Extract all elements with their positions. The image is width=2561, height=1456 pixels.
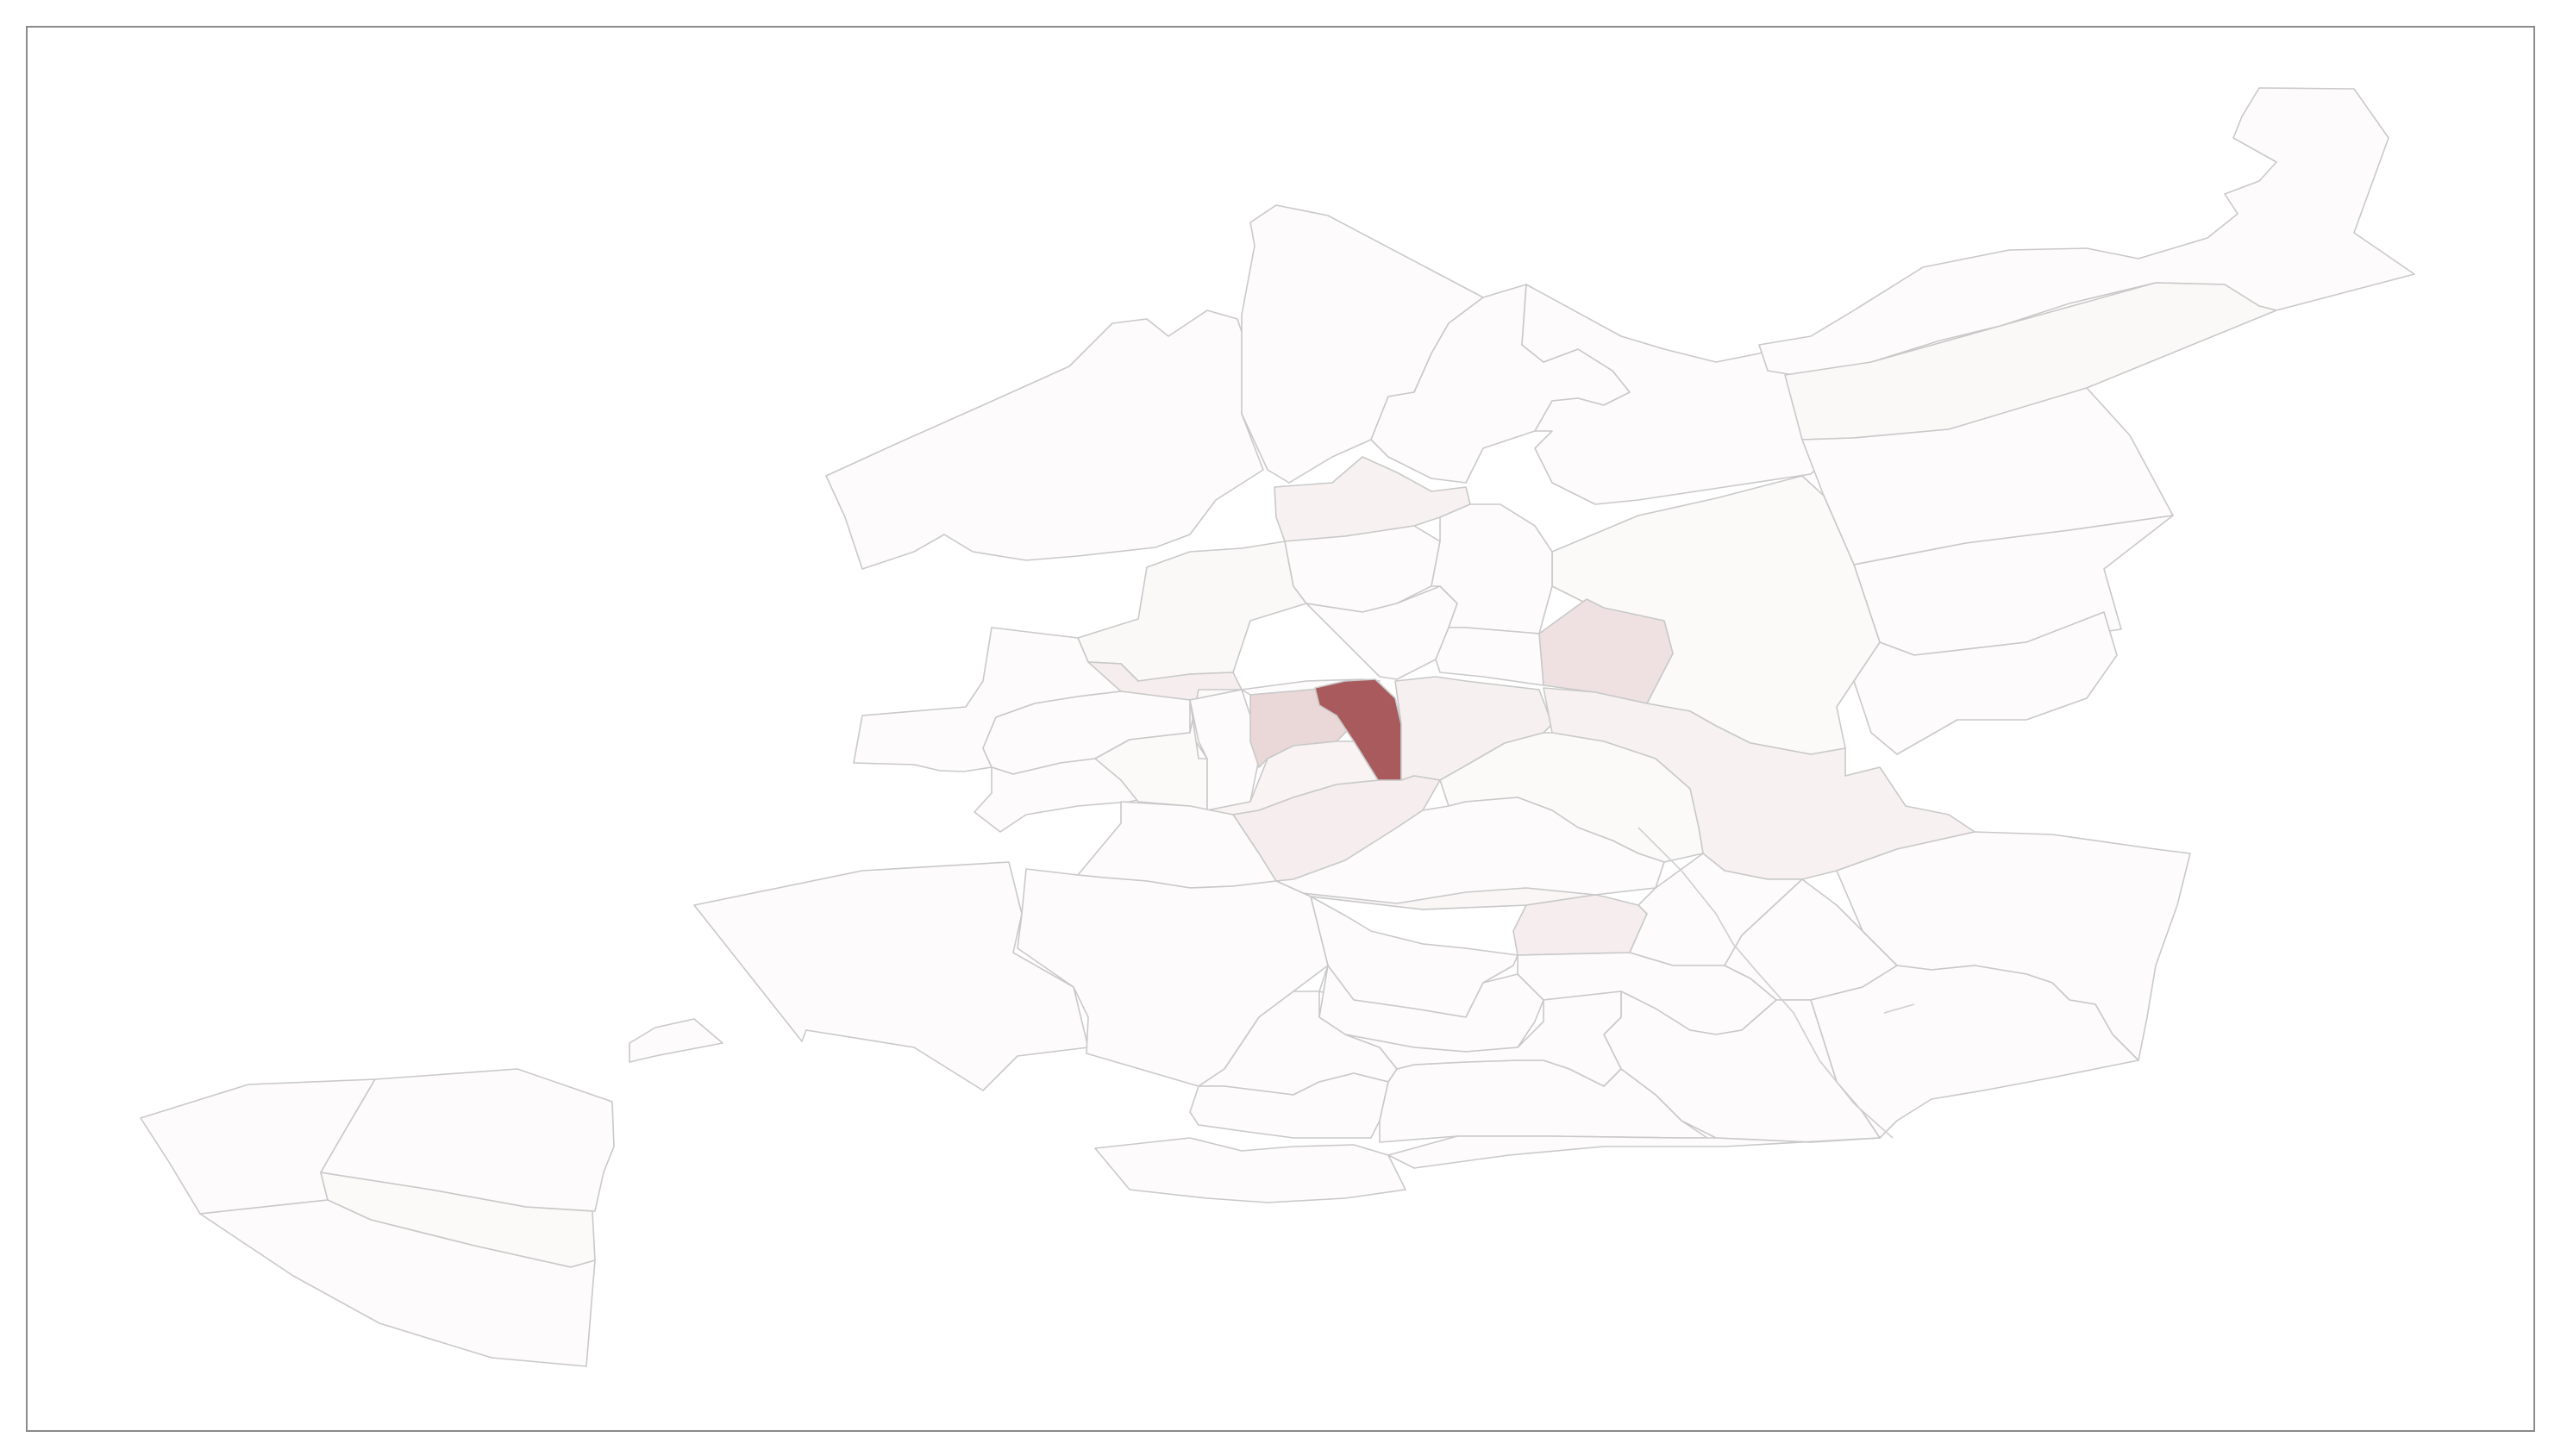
district-north-west-polder[interactable] (825, 309, 1264, 570)
district-kralingen-west[interactable] (1435, 627, 1544, 686)
district-blijdorp[interactable] (1077, 541, 1307, 682)
choropleth-map[interactable] (0, 0, 2561, 1456)
district-heijplaat[interactable] (1094, 1137, 1406, 1203)
district-bloemhof[interactable] (1512, 894, 1648, 956)
district-layer (140, 87, 2415, 1367)
district-pernis-island[interactable] (629, 1018, 723, 1063)
